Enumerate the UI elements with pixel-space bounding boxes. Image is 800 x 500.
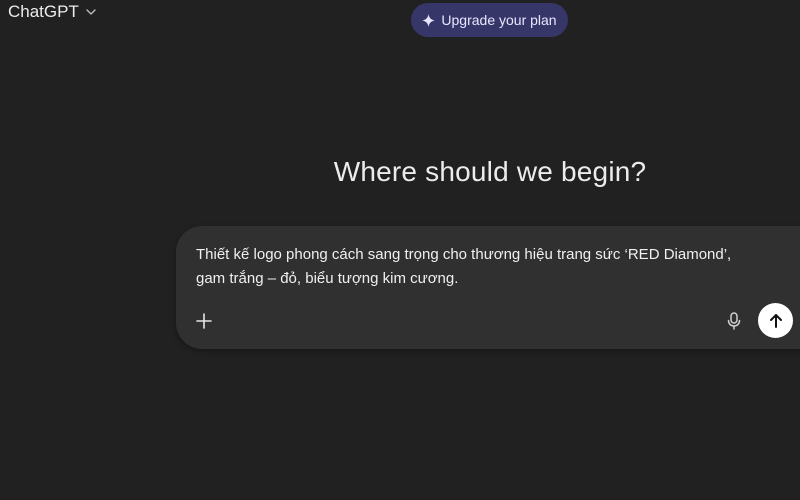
sparkle-icon [422,13,436,27]
prompt-line-2: gam trắng – đỏ, biểu tượng kim cương. [196,270,459,287]
microphone-icon [727,312,741,330]
plus-icon [196,313,212,329]
model-switcher[interactable]: ChatGPT [8,0,97,24]
chevron-down-icon [85,6,97,18]
prompt-line-1: Thiết kế logo phong cách sang trọng cho … [196,246,732,263]
prompt-composer: Thiết kế logo phong cách sang trọng cho … [176,226,800,349]
upgrade-plan-label: Upgrade your plan [441,12,557,28]
add-attachment-button[interactable] [193,310,215,332]
model-name: ChatGPT [8,2,79,21]
page-title: Where should we begin? [333,156,647,187]
dictate-button[interactable] [723,309,745,333]
chat-page: ChatGPT Upgrade your plan Where should w… [0,0,800,500]
prompt-input[interactable]: Thiết kế logo phong cách sang trọng cho … [196,243,786,291]
arrow-up-icon [769,313,782,328]
send-button[interactable] [758,303,793,338]
upgrade-plan-button[interactable]: Upgrade your plan [411,3,568,37]
